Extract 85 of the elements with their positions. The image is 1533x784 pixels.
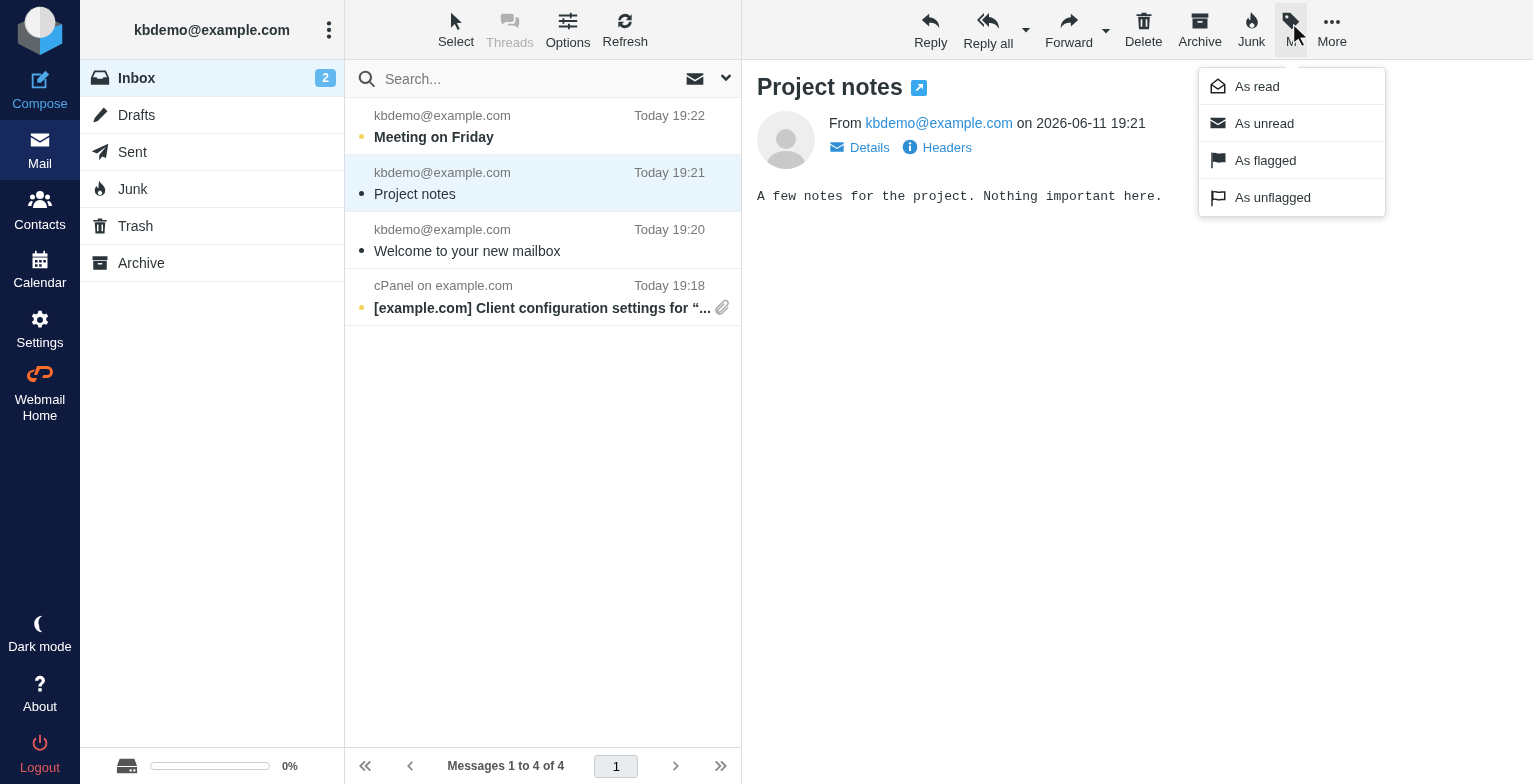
folder-item[interactable]: Junk	[80, 171, 344, 208]
message-date: Today 19:20	[634, 221, 705, 237]
nav-item[interactable]: Mail	[0, 120, 80, 180]
menu-item[interactable]: As flagged	[1199, 142, 1385, 179]
dots-icon	[1322, 18, 1343, 25]
folder-item[interactable]: Sent	[80, 134, 344, 171]
nav-item[interactable]: Settings	[0, 300, 80, 360]
menu-item[interactable]: As read	[1199, 68, 1385, 105]
message-row[interactable]: cPanel on example.com Today 19:18 [example.com] Client configuration settings for “...	[345, 269, 741, 326]
toolbar-button[interactable]: Refresh	[596, 2, 655, 57]
toolbar-button[interactable]: Junk	[1231, 2, 1272, 57]
message-row[interactable]: kbdemo@example.com Today 19:20 Welcome to your new mailbox	[345, 212, 741, 269]
nav-item[interactable]: Logout	[0, 724, 80, 784]
sender-link[interactable]: kbdemo@example.com	[865, 115, 1013, 131]
message-body: A few notes for the project. Nothing important here.	[757, 189, 1163, 204]
toolbar-button[interactable]: Delete	[1118, 2, 1169, 57]
account-email: kbdemo@example.com	[132, 21, 291, 38]
open-envelope-icon	[1209, 77, 1227, 95]
message-sender: kbdemo@example.com	[374, 107, 511, 123]
first-page-button[interactable]	[357, 758, 373, 774]
menu-item[interactable]: As unread	[1199, 105, 1385, 142]
header-link[interactable]: Details	[829, 139, 890, 155]
folder-item[interactable]: Drafts	[80, 97, 344, 134]
last-page-button[interactable]	[712, 758, 729, 774]
message-subject: [example.com] Client configuration settings for “...	[374, 299, 712, 316]
edit-icon	[29, 69, 51, 91]
nav-item[interactable]: Calendar	[0, 240, 80, 300]
folder-name: Drafts	[118, 107, 157, 123]
sender-line: From kbdemo@example.com on 2026-06-11 19:21	[829, 115, 1146, 131]
search-icon	[357, 68, 377, 89]
message-row[interactable]: kbdemo@example.com Today 19:21 Project notes	[345, 155, 741, 212]
archive-box-icon	[91, 254, 109, 272]
menu-item[interactable]: As unflagged	[1199, 179, 1385, 216]
message-date: Today 19:21	[634, 164, 705, 180]
message-title: Project notes	[757, 74, 903, 101]
folder-name: Trash	[118, 218, 155, 234]
message-sender: kbdemo@example.com	[374, 221, 511, 237]
folder-name: Sent	[118, 144, 148, 160]
gear-icon	[30, 310, 50, 330]
kebab-menu-icon[interactable]	[326, 20, 332, 39]
folder-item[interactable]: Archive	[80, 245, 344, 282]
envelope-icon	[829, 139, 845, 155]
nav-item[interactable]: About	[0, 664, 80, 724]
paperclip-icon	[713, 298, 731, 317]
external-link-icon	[910, 79, 927, 96]
folder-name: Archive	[118, 255, 166, 271]
trash-icon	[91, 217, 109, 235]
toolbar-button[interactable]: Reply	[908, 1, 954, 58]
toolbar-button[interactable]: Reply all	[957, 0, 1036, 59]
folder-item[interactable]: Inbox 2	[80, 60, 344, 97]
calendar-icon	[30, 250, 50, 270]
info-icon	[901, 139, 918, 155]
page-field[interactable]: 1	[594, 754, 639, 778]
quota-percent: 0%	[282, 760, 298, 772]
message-subject: Project notes	[374, 185, 457, 202]
message-sender: kbdemo@example.com	[374, 164, 511, 180]
toolbar-button[interactable]: Forward	[1039, 1, 1115, 58]
message-date: Today 19:22	[634, 107, 705, 123]
nav-item[interactable]: Compose	[0, 60, 80, 120]
message-date: Today 19:18	[634, 277, 705, 293]
flag-outline-icon	[1209, 188, 1227, 207]
message-count: Messages 1 to 4 of 4	[447, 759, 565, 773]
toolbar-button[interactable]: Archive	[1172, 2, 1228, 57]
search-bar[interactable]: Search...	[345, 60, 741, 98]
toolbar-button[interactable]: Options	[539, 1, 597, 58]
toolbar-button[interactable]: More	[1311, 2, 1353, 57]
unread-count: 2	[315, 69, 336, 87]
toolbar-button[interactable]: Select	[431, 2, 481, 57]
message-subject: Meeting on Friday	[374, 128, 495, 145]
folder-name: Inbox	[118, 70, 157, 86]
nav-item[interactable]: Webmail Home	[0, 360, 80, 424]
search-field[interactable]: Search...	[383, 63, 679, 94]
tag-icon	[1281, 10, 1302, 31]
double-chevron-left-icon	[357, 758, 373, 774]
folder-item[interactable]: Trash	[80, 208, 344, 245]
message-sender: cPanel on example.com	[374, 277, 513, 293]
inbox-tray-icon	[90, 68, 110, 88]
folder-name: Junk	[118, 181, 149, 197]
nav-item[interactable]: Dark mode	[0, 604, 80, 664]
nav-item[interactable]: Contacts	[0, 180, 80, 240]
double-chevron-right-icon	[712, 758, 729, 774]
message-subject: Welcome to your new mailbox	[374, 242, 562, 259]
paper-plane-icon	[91, 143, 109, 161]
pencil-icon	[91, 106, 109, 124]
flag-icon	[1209, 151, 1227, 169]
